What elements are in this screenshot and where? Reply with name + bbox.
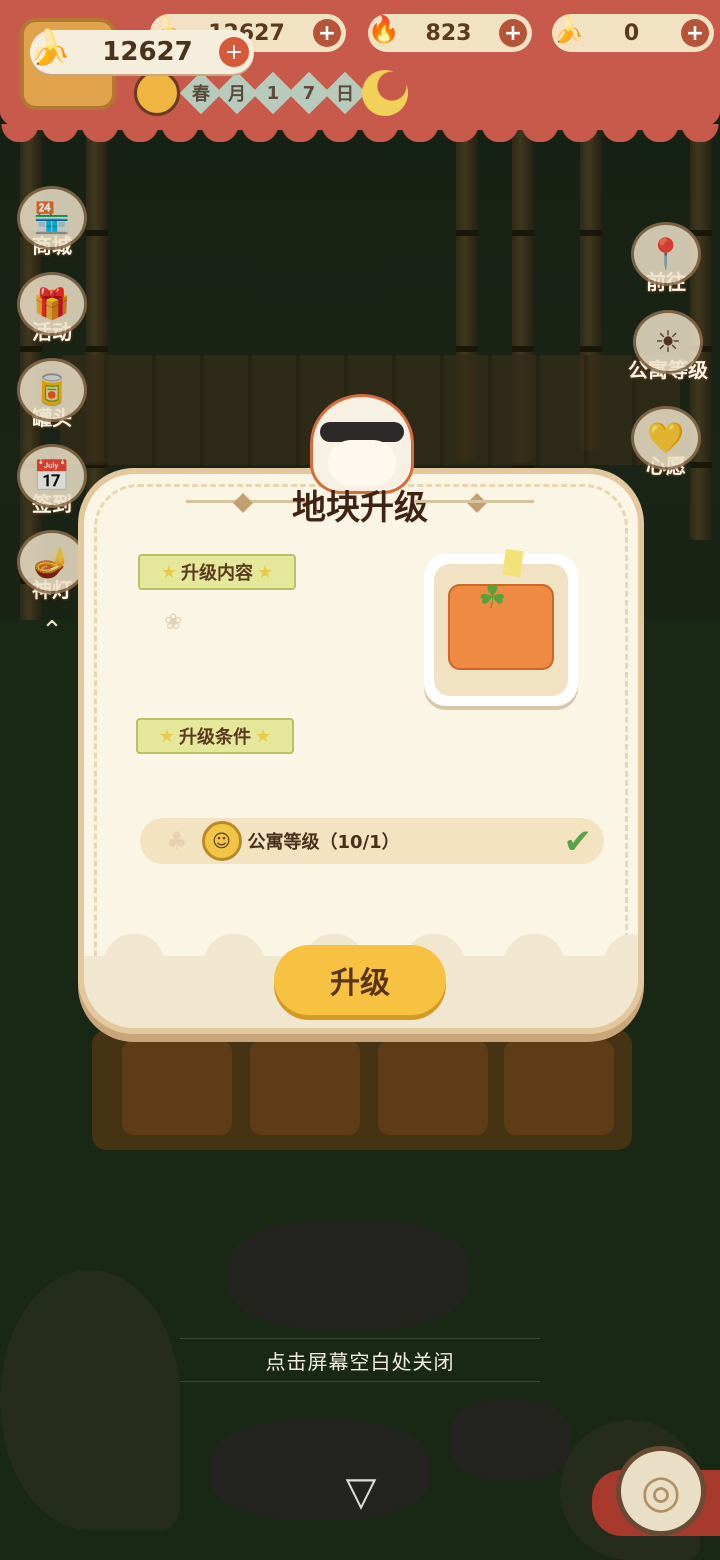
upgrade-button[interactable]: 升级 xyxy=(274,945,446,1015)
date-chip: 日 xyxy=(323,71,367,115)
plot-preview-card: ☘ xyxy=(424,548,578,706)
condition-row: ♣ ☺ 公寓等级（10/1） ✔ xyxy=(140,818,604,864)
close-hint-text: 点击屏幕空白处关闭 xyxy=(265,1350,455,1374)
add-blue-banana-button[interactable]: + xyxy=(681,19,709,47)
upgrade-content-heading: 升级内容 xyxy=(181,563,253,584)
date-char: 7 xyxy=(302,82,316,104)
paw-print-icon: ❀ xyxy=(164,610,183,635)
title-divider-right xyxy=(414,500,534,503)
apartment-level-badge-icon: ☺ xyxy=(201,821,242,861)
blue-banana-counter: 🍌 0 + xyxy=(552,14,714,52)
dialog-title: 地块升级 xyxy=(292,488,428,528)
upgrade-content-ribbon: ★ 升级内容 ★ xyxy=(138,554,296,590)
upgrade-condition-heading: 升级条件 xyxy=(179,727,251,748)
date-char: 月 xyxy=(228,84,246,105)
moon-night-icon[interactable] xyxy=(362,70,408,116)
add-banana-main-button[interactable]: + xyxy=(219,37,249,67)
yarn-ball-icon: ◎ xyxy=(640,1464,682,1518)
wish-button[interactable]: 💛 心愿 xyxy=(628,406,704,484)
lamp-icon: 🪔 xyxy=(17,530,87,594)
add-flame-button[interactable]: + xyxy=(499,19,527,47)
event-button[interactable]: 🎁 活动 xyxy=(14,272,90,350)
season-icon xyxy=(134,70,180,116)
go-to-button[interactable]: 📍 前往 xyxy=(628,222,704,300)
blue-banana-icon: 🍌 xyxy=(551,15,585,45)
calendar-date[interactable]: 春 月 1 7 日 xyxy=(134,70,367,116)
star-icon: ★ xyxy=(257,561,274,583)
main-banana-value: 12627 xyxy=(102,37,193,67)
main-banana-counter: 🍌 12627 + xyxy=(29,28,254,74)
shop-button[interactable]: 🏪 商城 xyxy=(14,186,90,264)
wish-book-icon: 💛 xyxy=(631,406,701,470)
can-icon: 🥫 xyxy=(17,358,87,422)
star-icon: ★ xyxy=(255,725,272,747)
date-char: 1 xyxy=(266,82,280,104)
checkmark-icon: ✔ xyxy=(563,822,593,862)
add-banana-button[interactable]: + xyxy=(313,19,341,47)
star-icon: ★ xyxy=(160,561,177,583)
tape-strip xyxy=(502,548,524,578)
date-char: 日 xyxy=(336,84,354,105)
collapse-chevron-up-icon[interactable]: ⌃ xyxy=(36,616,68,648)
condition-text: 公寓等级（10/1） xyxy=(247,832,400,853)
gift-icon: 🎁 xyxy=(17,272,87,336)
headband xyxy=(320,422,404,442)
blue-flame-counter: 🔥 823 + xyxy=(368,14,532,52)
can-button[interactable]: 🥫 罐头 xyxy=(14,358,90,436)
plot-preview-bg: ☘ xyxy=(434,548,568,696)
yarn-ball-button[interactable]: ◎ xyxy=(616,1446,706,1536)
sprout-icon: ☘ xyxy=(478,578,507,616)
banana-icon: 🍌 xyxy=(28,28,72,68)
upgrade-condition-ribbon: ★ 升级条件 ★ xyxy=(136,718,294,754)
star-icon: ★ xyxy=(158,725,175,747)
apartment-level-icon: ☀ xyxy=(633,310,703,374)
mascot-chief-icon xyxy=(310,394,414,494)
clover-icon: ♣ xyxy=(166,827,188,855)
date-char: 春 xyxy=(192,84,210,105)
shop-icon: 🏪 xyxy=(17,186,87,250)
map-pin-icon: 📍 xyxy=(631,222,701,286)
apartment-level-button[interactable]: ☀ 公寓等级 xyxy=(622,310,714,388)
blue-flame-icon: 🔥 xyxy=(367,15,401,45)
chevron-down-icon[interactable]: ▽ xyxy=(336,1472,386,1512)
